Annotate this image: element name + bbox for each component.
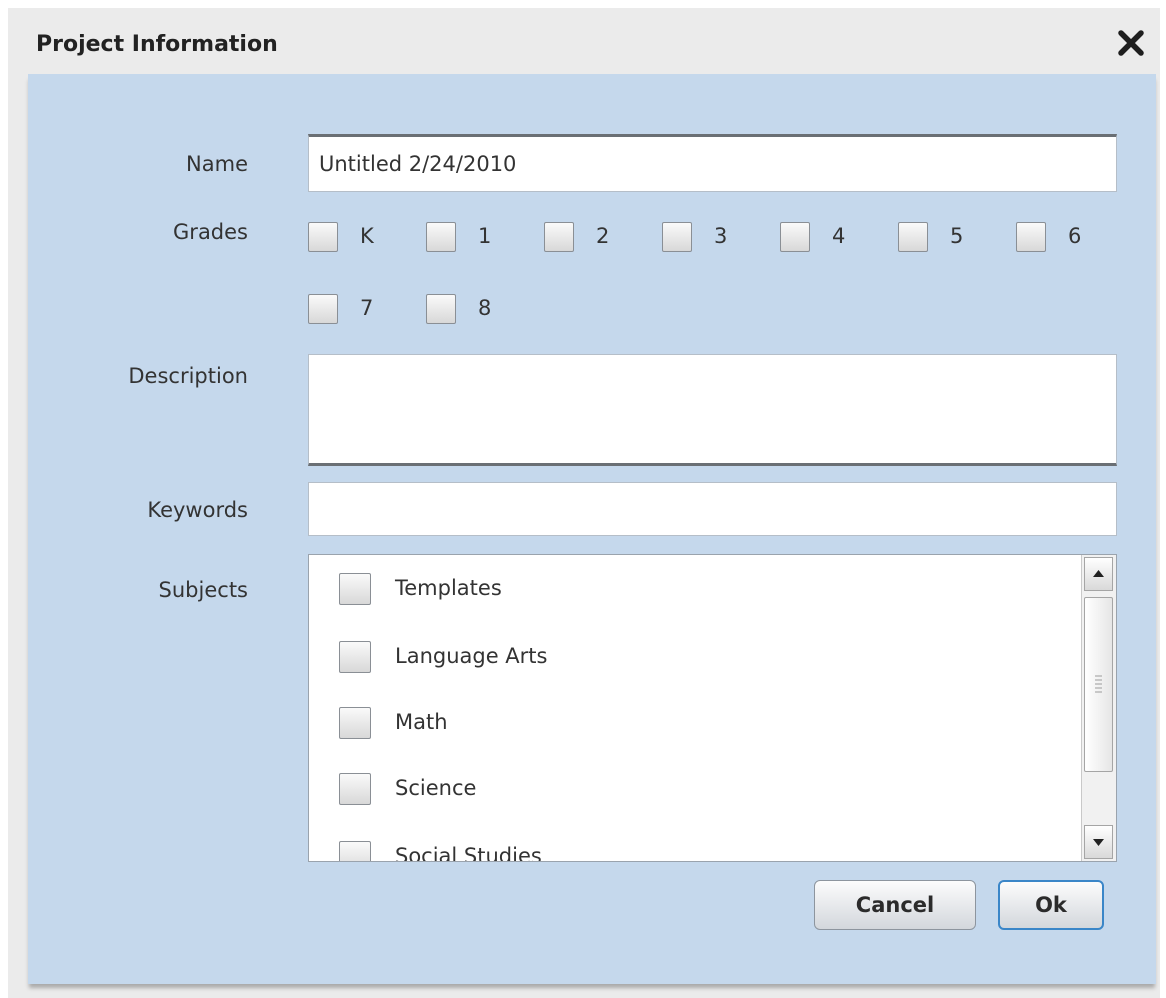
- scroll-thumb[interactable]: [1084, 597, 1113, 772]
- grade-4-checkbox[interactable]: [780, 222, 810, 252]
- name-label: Name: [186, 152, 248, 176]
- description-label: Description: [128, 364, 248, 388]
- subject-templates-label: Templates: [395, 576, 502, 600]
- subject-math-label: Math: [395, 710, 448, 734]
- arrow-down-icon: [1093, 839, 1104, 846]
- cancel-button[interactable]: Cancel: [814, 880, 976, 930]
- close-icon[interactable]: [1116, 26, 1146, 60]
- grade-1-label: 1: [478, 224, 492, 248]
- subject-social-studies-checkbox[interactable]: [339, 841, 371, 861]
- subjects-scrollbar[interactable]: [1081, 555, 1116, 861]
- grip-icon: [1095, 675, 1102, 693]
- subjects-list: Templates Language Arts Math Science Soc…: [308, 554, 1117, 862]
- grade-7-checkbox[interactable]: [308, 294, 338, 324]
- grade-1-checkbox[interactable]: [426, 222, 456, 252]
- grade-7-label: 7: [360, 296, 374, 320]
- grade-5-checkbox[interactable]: [898, 222, 928, 252]
- keywords-label: Keywords: [147, 498, 248, 522]
- grade-2-label: 2: [596, 224, 610, 248]
- grade-2-checkbox[interactable]: [544, 222, 574, 252]
- ok-button[interactable]: Ok: [998, 880, 1104, 930]
- grade-8-label: 8: [478, 296, 492, 320]
- grade-k-label: K: [360, 224, 374, 248]
- subject-science-checkbox[interactable]: [339, 773, 371, 805]
- keywords-input[interactable]: [308, 482, 1117, 536]
- subject-language-arts-checkbox[interactable]: [339, 641, 371, 673]
- subject-templates-checkbox[interactable]: [339, 573, 371, 605]
- grade-3-checkbox[interactable]: [662, 222, 692, 252]
- grade-6-checkbox[interactable]: [1016, 222, 1046, 252]
- name-input[interactable]: [308, 134, 1117, 192]
- grades-label: Grades: [173, 220, 248, 244]
- grade-3-label: 3: [714, 224, 728, 248]
- subject-language-arts-label: Language Arts: [395, 644, 548, 668]
- grade-6-label: 6: [1068, 224, 1082, 248]
- project-information-dialog: Project Information Name Grades K 1 2 3 …: [8, 8, 1160, 998]
- grade-k-checkbox[interactable]: [308, 222, 338, 252]
- subject-social-studies-label: Social Studies: [395, 844, 542, 862]
- subjects-label: Subjects: [158, 578, 248, 602]
- subject-math-checkbox[interactable]: [339, 707, 371, 739]
- grade-5-label: 5: [950, 224, 964, 248]
- scroll-down-button[interactable]: [1084, 825, 1113, 859]
- arrow-up-icon: [1093, 570, 1104, 577]
- grade-8-checkbox[interactable]: [426, 294, 456, 324]
- form-panel: Name Grades K 1 2 3 4 5 6 7 8 Descriptio…: [28, 74, 1156, 984]
- grade-4-label: 4: [832, 224, 846, 248]
- scroll-up-button[interactable]: [1084, 557, 1113, 591]
- dialog-title: Project Information: [36, 32, 278, 57]
- subject-science-label: Science: [395, 776, 477, 800]
- description-textarea[interactable]: [308, 354, 1117, 466]
